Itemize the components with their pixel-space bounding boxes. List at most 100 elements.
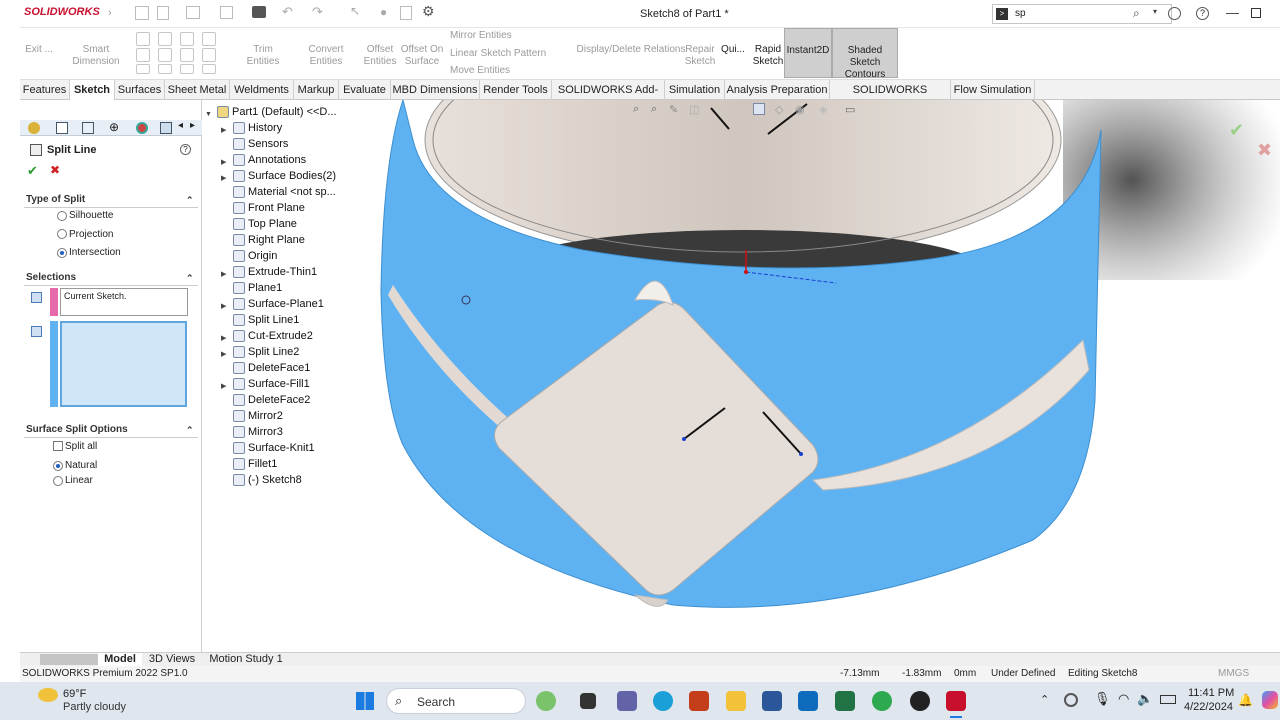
minimize-button[interactable]: — — [1226, 5, 1239, 20]
convert-entities-button[interactable]: Convert Entities — [292, 44, 360, 68]
expand-arrow-icon[interactable]: ▶ — [221, 347, 226, 363]
help-icon[interactable]: ? — [180, 144, 191, 155]
help-icon[interactable]: ? — [1196, 7, 1209, 20]
property-manager-tab-icon[interactable] — [56, 122, 68, 134]
taskbar-search-box[interactable]: ⌕ Search — [386, 688, 526, 714]
section-view-icon[interactable]: ◫ — [689, 103, 699, 116]
face-selection-box[interactable] — [60, 321, 187, 407]
select-icon[interactable]: ↖ — [350, 4, 360, 18]
view-orientation-icon[interactable] — [753, 103, 765, 115]
solidworks-logo[interactable]: SOLIDWORKS — [24, 6, 100, 18]
expand-arrow-icon[interactable]: ▶ — [221, 379, 226, 395]
tab-solidworks-add-ins[interactable]: SOLIDWORKS Add-Ins — [552, 80, 665, 116]
new-file-icon[interactable] — [157, 6, 169, 20]
copilot-icon[interactable] — [1262, 691, 1278, 709]
powerpoint-icon[interactable] — [689, 691, 709, 711]
open-file-icon[interactable] — [186, 6, 200, 19]
sketch-endpoint-2[interactable] — [799, 452, 803, 456]
collapse-chevron-icon[interactable]: ⌃ — [186, 422, 194, 438]
command-search-box[interactable]: > sp ⌕ ▾ — [992, 4, 1172, 24]
search-input[interactable]: sp — [1015, 8, 1026, 19]
radio-linear[interactable] — [53, 476, 63, 486]
tab-analysis-preparation[interactable]: Analysis Preparation — [725, 80, 830, 100]
notification-bell-icon[interactable]: 🔔 — [1238, 693, 1253, 707]
tab-solidworks-visualize[interactable]: SOLIDWORKS Visualize — [830, 80, 951, 116]
battery-icon[interactable] — [1160, 695, 1176, 704]
chevron-down-icon[interactable]: ▾ — [1153, 7, 1157, 16]
obs-icon[interactable] — [910, 691, 930, 711]
quick-snaps-button[interactable]: Qui... — [720, 44, 746, 56]
sketch-endpoint-1[interactable] — [682, 437, 686, 441]
print-icon[interactable] — [252, 6, 266, 18]
tab-render-tools[interactable]: Render Tools — [480, 80, 552, 100]
display-delete-relations-button[interactable]: Display/Delete Relations — [576, 44, 686, 56]
tab-markup[interactable]: Markup — [294, 80, 339, 100]
ok-check-button[interactable]: ✔ — [27, 163, 38, 179]
task-view-icon[interactable] — [580, 693, 596, 709]
volume-icon[interactable]: 🔈 — [1137, 691, 1153, 707]
user-account-icon[interactable] — [1168, 7, 1181, 20]
radio-projection[interactable] — [57, 229, 67, 239]
display-manager-tab-icon[interactable] — [136, 122, 148, 134]
edge-icon[interactable] — [653, 691, 673, 711]
zoom-to-area-icon[interactable]: ⌕ — [651, 103, 657, 116]
split-all-checkbox[interactable] — [53, 441, 63, 451]
tab-scroll-right-icon[interactable]: ▸ — [190, 120, 195, 131]
surface-split-options-header[interactable]: Surface Split Options ⌃ — [24, 422, 198, 438]
zoom-to-fit-icon[interactable]: ⌕ — [633, 103, 639, 116]
units-selector[interactable]: MMGS — [1218, 666, 1249, 682]
undo-icon[interactable]: ↶ — [282, 4, 293, 20]
confirm-check-icon[interactable]: ✔ — [1229, 120, 1244, 141]
file-properties-icon[interactable] — [400, 6, 412, 20]
sketch-status[interactable]: Under Defined — [991, 666, 1055, 682]
type-of-split-header[interactable]: Type of Split ⌃ — [24, 192, 198, 208]
feature-manager-tab-icon[interactable] — [28, 122, 40, 134]
clock-date[interactable]: 4/22/2024 — [1184, 701, 1233, 713]
windows-start-icon[interactable] — [356, 692, 374, 710]
tab-features[interactable]: Features — [20, 80, 70, 100]
tab-weldments[interactable]: Weldments — [230, 80, 294, 100]
restore-button[interactable] — [1251, 8, 1261, 18]
network-status-icon[interactable] — [1064, 693, 1078, 707]
options-gear-icon[interactable]: ⚙ — [422, 3, 435, 20]
monitor-icon[interactable]: ▭ — [845, 103, 855, 116]
tab-3d-views[interactable]: 3D Views — [144, 653, 200, 666]
collapse-chevron-icon[interactable]: ⌃ — [186, 270, 194, 286]
tab-flow-simulation[interactable]: Flow Simulation — [951, 80, 1035, 100]
repair-sketch-button[interactable]: Repair Sketch — [680, 44, 720, 68]
mirror-entities-button[interactable]: Mirror Entities — [450, 30, 560, 42]
home-icon[interactable] — [135, 6, 149, 20]
appearance-icon[interactable]: ◈ — [819, 103, 827, 116]
radio-silhouette[interactable] — [57, 211, 67, 221]
tab-surfaces[interactable]: Surfaces — [115, 80, 165, 100]
solidworks-taskbar-icon[interactable] — [946, 691, 966, 711]
search-icon[interactable]: ⌕ — [1133, 6, 1140, 21]
clock-time[interactable]: 11:41 PM — [1188, 687, 1234, 699]
teams-icon[interactable] — [617, 691, 637, 711]
hide-show-items-icon[interactable]: ◉ — [795, 103, 805, 116]
expand-arrow-icon[interactable]: ▶ — [221, 267, 226, 283]
expand-arrow-icon[interactable]: ▶ — [221, 331, 226, 347]
redo-icon[interactable]: ↷ — [312, 4, 323, 20]
rapid-sketch-button[interactable]: Rapid Sketch — [748, 44, 788, 68]
selections-header[interactable]: Selections ⌃ — [24, 270, 198, 286]
configuration-manager-tab-icon[interactable] — [82, 122, 94, 134]
smart-dimension-button[interactable]: Smart Dimension — [60, 44, 132, 68]
instant2d-button[interactable]: Instant2D — [784, 28, 832, 78]
radio-natural[interactable] — [53, 461, 63, 471]
widgets-app-icon[interactable] — [536, 691, 556, 711]
wifi-icon[interactable]: ◠ — [1118, 691, 1129, 707]
radio-intersection[interactable] — [57, 248, 67, 258]
linear-sketch-pattern-button[interactable]: Linear Sketch Pattern — [450, 48, 580, 60]
dimxpert-tab-icon[interactable]: ⊕ — [109, 120, 119, 134]
cam-tab-icon[interactable] — [160, 122, 172, 134]
expand-arrow-icon[interactable]: ▶ — [221, 299, 226, 315]
cancel-x-icon[interactable]: ✖ — [1257, 140, 1272, 161]
tab-model[interactable]: Model — [98, 653, 142, 666]
cancel-x-button[interactable]: ✖ — [50, 163, 60, 177]
collapse-chevron-icon[interactable]: ⌃ — [186, 192, 194, 208]
tab-evaluate[interactable]: Evaluate — [339, 80, 391, 100]
tab-scroll-left-icon[interactable]: ◂ — [178, 120, 183, 131]
menu-expand-icon[interactable]: › — [108, 7, 112, 19]
offset-entities-button[interactable]: Offset Entities — [360, 44, 400, 68]
